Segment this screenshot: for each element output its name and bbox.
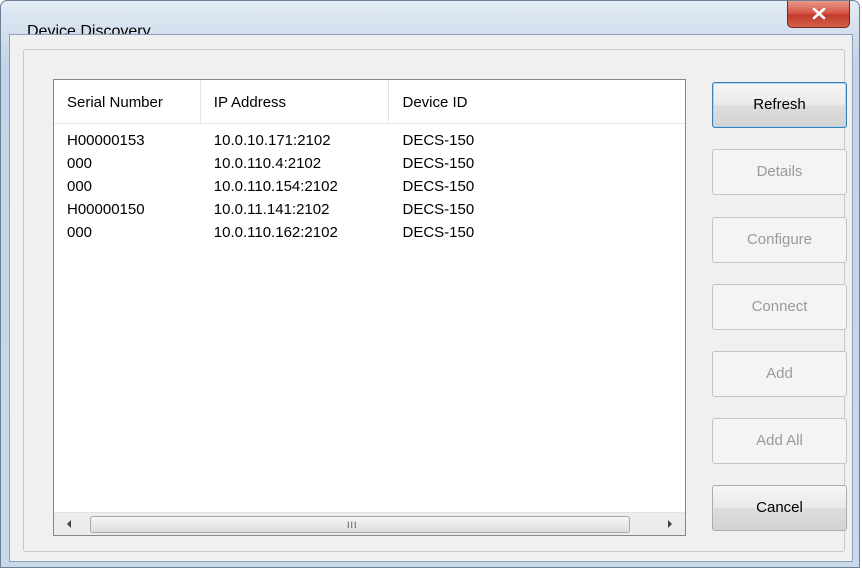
horizontal-scrollbar[interactable]: III bbox=[54, 512, 685, 535]
cell-serial-number: 000 bbox=[67, 155, 93, 172]
cell-serial-number: 000 bbox=[67, 178, 93, 195]
caret-right-icon bbox=[668, 520, 672, 528]
scroll-left-button[interactable] bbox=[60, 513, 80, 535]
details-button[interactable]: Details bbox=[712, 149, 847, 195]
add-all-button[interactable]: Add All bbox=[712, 418, 847, 464]
column-header-ip-address[interactable]: IP Address bbox=[201, 80, 390, 123]
table-row[interactable]: 000 10.0.110.162:2102 DECS-150 bbox=[54, 221, 685, 244]
close-button[interactable] bbox=[787, 1, 850, 28]
refresh-button[interactable]: Refresh bbox=[712, 82, 847, 128]
cell-ip-address: 10.0.110.4:2102 bbox=[213, 155, 322, 172]
column-header-serial-number[interactable]: Serial Number bbox=[54, 80, 201, 123]
cell-ip-address: 10.0.110.162:2102 bbox=[213, 224, 338, 241]
cell-device-id: DECS-150 bbox=[402, 201, 475, 218]
cell-serial-number: 000 bbox=[67, 224, 93, 241]
list-header: Serial Number IP Address Device ID bbox=[54, 80, 685, 124]
list-body: H00000153 10.0.10.171:2102 DECS-150 000 … bbox=[54, 129, 685, 244]
cancel-button[interactable]: Cancel bbox=[712, 485, 847, 531]
cell-device-id: DECS-150 bbox=[402, 224, 475, 241]
cell-serial-number: H00000150 bbox=[67, 201, 145, 218]
scroll-right-button[interactable] bbox=[661, 513, 681, 535]
cell-ip-address: 10.0.110.154:2102 bbox=[213, 178, 338, 195]
cell-device-id: DECS-150 bbox=[402, 132, 475, 149]
cell-device-id: DECS-150 bbox=[402, 155, 475, 172]
table-row[interactable]: 000 10.0.110.154:2102 DECS-150 bbox=[54, 175, 685, 198]
table-row[interactable]: H00000153 10.0.10.171:2102 DECS-150 bbox=[54, 129, 685, 152]
scrollbar-grip: III bbox=[347, 520, 358, 530]
table-row[interactable]: 000 10.0.110.4:2102 DECS-150 bbox=[54, 152, 685, 175]
close-icon bbox=[812, 7, 826, 20]
device-discovery-dialog: Device Discovery Serial Number IP Addres… bbox=[0, 0, 860, 568]
device-list[interactable]: Serial Number IP Address Device ID H0000… bbox=[53, 79, 686, 536]
cell-ip-address: 10.0.11.141:2102 bbox=[213, 201, 330, 218]
add-button[interactable]: Add bbox=[712, 351, 847, 397]
cell-serial-number: H00000153 bbox=[67, 132, 145, 149]
caret-left-icon bbox=[67, 520, 71, 528]
connect-button[interactable]: Connect bbox=[712, 284, 847, 330]
cell-device-id: DECS-150 bbox=[402, 178, 475, 195]
column-header-device-id[interactable]: Device ID bbox=[389, 80, 685, 123]
configure-button[interactable]: Configure bbox=[712, 217, 847, 263]
scrollbar-thumb[interactable]: III bbox=[90, 516, 630, 533]
cell-ip-address: 10.0.10.171:2102 bbox=[213, 132, 331, 149]
table-row[interactable]: H00000150 10.0.11.141:2102 DECS-150 bbox=[54, 198, 685, 221]
